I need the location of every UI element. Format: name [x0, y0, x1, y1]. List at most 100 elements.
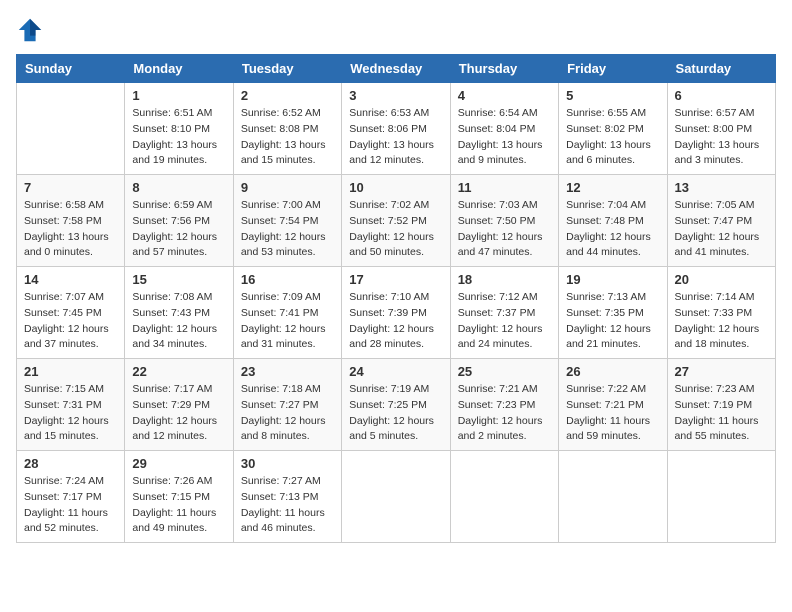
calendar-cell: [17, 83, 125, 175]
calendar-cell: 15Sunrise: 7:08 AM Sunset: 7:43 PM Dayli…: [125, 267, 233, 359]
week-row-3: 14Sunrise: 7:07 AM Sunset: 7:45 PM Dayli…: [17, 267, 776, 359]
weekday-header-row: SundayMondayTuesdayWednesdayThursdayFrid…: [17, 55, 776, 83]
day-info: Sunrise: 7:04 AM Sunset: 7:48 PM Dayligh…: [566, 198, 659, 261]
day-number: 6: [675, 88, 768, 103]
day-number: 16: [241, 272, 334, 287]
calendar-cell: 6 Sunrise: 6:57 AM Sunset: 8:00 PM Daylig…: [667, 83, 775, 175]
calendar-cell: 3Sunrise: 6:53 AM Sunset: 8:06 PM Daylig…: [342, 83, 450, 175]
day-info: Sunrise: 7:24 AM Sunset: 7:17 PM Dayligh…: [24, 474, 117, 537]
calendar-cell: 12 Sunrise: 7:04 AM Sunset: 7:48 PM Dayli…: [559, 175, 667, 267]
day-info: Sunrise: 7:10 AM Sunset: 7:39 PM Dayligh…: [349, 290, 442, 353]
week-row-2: 7 Sunrise: 6:58 AM Sunset: 7:58 PM Daylig…: [17, 175, 776, 267]
calendar-cell: 30 Sunrise: 7:27 AM Sunset: 7:13 PM Dayli…: [233, 451, 341, 543]
calendar-cell: [450, 451, 558, 543]
day-number: 26: [566, 364, 659, 379]
day-info: Sunrise: 6:52 AM Sunset: 8:08 PM Dayligh…: [241, 106, 334, 169]
day-number: 22: [132, 364, 225, 379]
calendar-cell: 14Sunrise: 7:07 AM Sunset: 7:45 PM Dayli…: [17, 267, 125, 359]
day-number: 21: [24, 364, 117, 379]
logo-icon: [16, 16, 44, 44]
day-info: Sunrise: 7:00 AM Sunset: 7:54 PM Dayligh…: [241, 198, 334, 261]
day-info: Sunrise: 7:14 AM Sunset: 7:33 PM Dayligh…: [675, 290, 768, 353]
calendar-cell: [342, 451, 450, 543]
calendar-cell: 7 Sunrise: 6:58 AM Sunset: 7:58 PM Daylig…: [17, 175, 125, 267]
day-number: 8: [132, 180, 225, 195]
day-info: Sunrise: 6:55 AM Sunset: 8:02 PM Dayligh…: [566, 106, 659, 169]
day-number: 19: [566, 272, 659, 287]
calendar-cell: 25 Sunrise: 7:21 AM Sunset: 7:23 PM Dayli…: [450, 359, 558, 451]
day-number: 10: [349, 180, 442, 195]
day-number: 9: [241, 180, 334, 195]
day-info: Sunrise: 7:13 AM Sunset: 7:35 PM Dayligh…: [566, 290, 659, 353]
calendar-cell: 26 Sunrise: 7:22 AM Sunset: 7:21 PM Dayli…: [559, 359, 667, 451]
day-info: Sunrise: 7:17 AM Sunset: 7:29 PM Dayligh…: [132, 382, 225, 445]
day-info: Sunrise: 7:15 AM Sunset: 7:31 PM Dayligh…: [24, 382, 117, 445]
day-info: Sunrise: 7:21 AM Sunset: 7:23 PM Dayligh…: [458, 382, 551, 445]
day-info: Sunrise: 6:58 AM Sunset: 7:58 PM Dayligh…: [24, 198, 117, 261]
calendar-cell: 23 Sunrise: 7:18 AM Sunset: 7:27 PM Dayli…: [233, 359, 341, 451]
day-number: 25: [458, 364, 551, 379]
day-info: Sunrise: 7:09 AM Sunset: 7:41 PM Dayligh…: [241, 290, 334, 353]
week-row-1: 1Sunrise: 6:51 AM Sunset: 8:10 PM Daylig…: [17, 83, 776, 175]
day-info: Sunrise: 6:54 AM Sunset: 8:04 PM Dayligh…: [458, 106, 551, 169]
calendar-cell: 20 Sunrise: 7:14 AM Sunset: 7:33 PM Dayli…: [667, 267, 775, 359]
day-info: Sunrise: 7:03 AM Sunset: 7:50 PM Dayligh…: [458, 198, 551, 261]
calendar-cell: 27Sunrise: 7:23 AM Sunset: 7:19 PM Dayli…: [667, 359, 775, 451]
calendar-cell: 21 Sunrise: 7:15 AM Sunset: 7:31 PM Dayli…: [17, 359, 125, 451]
day-number: 17: [349, 272, 442, 287]
day-number: 30: [241, 456, 334, 471]
calendar-cell: 8 Sunrise: 6:59 AM Sunset: 7:56 PM Daylig…: [125, 175, 233, 267]
day-info: Sunrise: 7:26 AM Sunset: 7:15 PM Dayligh…: [132, 474, 225, 537]
day-number: 15: [132, 272, 225, 287]
page-header: [16, 16, 776, 44]
day-number: 14: [24, 272, 117, 287]
calendar-cell: 17 Sunrise: 7:10 AM Sunset: 7:39 PM Dayli…: [342, 267, 450, 359]
day-info: Sunrise: 7:18 AM Sunset: 7:27 PM Dayligh…: [241, 382, 334, 445]
day-info: Sunrise: 7:22 AM Sunset: 7:21 PM Dayligh…: [566, 382, 659, 445]
weekday-header-wednesday: Wednesday: [342, 55, 450, 83]
day-info: Sunrise: 7:27 AM Sunset: 7:13 PM Dayligh…: [241, 474, 334, 537]
calendar-cell: 4 Sunrise: 6:54 AM Sunset: 8:04 PM Daylig…: [450, 83, 558, 175]
weekday-header-saturday: Saturday: [667, 55, 775, 83]
day-info: Sunrise: 7:05 AM Sunset: 7:47 PM Dayligh…: [675, 198, 768, 261]
calendar-cell: [559, 451, 667, 543]
day-number: 4: [458, 88, 551, 103]
calendar-cell: 19 Sunrise: 7:13 AM Sunset: 7:35 PM Dayli…: [559, 267, 667, 359]
day-info: Sunrise: 7:19 AM Sunset: 7:25 PM Dayligh…: [349, 382, 442, 445]
weekday-header-thursday: Thursday: [450, 55, 558, 83]
calendar-cell: 11 Sunrise: 7:03 AM Sunset: 7:50 PM Dayli…: [450, 175, 558, 267]
day-number: 27: [675, 364, 768, 379]
calendar-cell: 24 Sunrise: 7:19 AM Sunset: 7:25 PM Dayli…: [342, 359, 450, 451]
calendar-cell: 18Sunrise: 7:12 AM Sunset: 7:37 PM Dayli…: [450, 267, 558, 359]
day-number: 5: [566, 88, 659, 103]
calendar-cell: [667, 451, 775, 543]
day-number: 7: [24, 180, 117, 195]
calendar-cell: 29 Sunrise: 7:26 AM Sunset: 7:15 PM Dayli…: [125, 451, 233, 543]
day-info: Sunrise: 6:53 AM Sunset: 8:06 PM Dayligh…: [349, 106, 442, 169]
week-row-5: 28 Sunrise: 7:24 AM Sunset: 7:17 PM Dayli…: [17, 451, 776, 543]
calendar-cell: 1Sunrise: 6:51 AM Sunset: 8:10 PM Daylig…: [125, 83, 233, 175]
calendar-cell: 28 Sunrise: 7:24 AM Sunset: 7:17 PM Dayli…: [17, 451, 125, 543]
day-number: 11: [458, 180, 551, 195]
day-number: 24: [349, 364, 442, 379]
calendar-table: SundayMondayTuesdayWednesdayThursdayFrid…: [16, 54, 776, 543]
calendar-cell: 13Sunrise: 7:05 AM Sunset: 7:47 PM Dayli…: [667, 175, 775, 267]
day-number: 29: [132, 456, 225, 471]
weekday-header-sunday: Sunday: [17, 55, 125, 83]
logo: [16, 16, 48, 44]
day-number: 1: [132, 88, 225, 103]
day-number: 20: [675, 272, 768, 287]
calendar-cell: 16 Sunrise: 7:09 AM Sunset: 7:41 PM Dayli…: [233, 267, 341, 359]
day-number: 2: [241, 88, 334, 103]
day-number: 12: [566, 180, 659, 195]
day-info: Sunrise: 6:57 AM Sunset: 8:00 PM Dayligh…: [675, 106, 768, 169]
weekday-header-monday: Monday: [125, 55, 233, 83]
day-info: Sunrise: 7:02 AM Sunset: 7:52 PM Dayligh…: [349, 198, 442, 261]
day-number: 28: [24, 456, 117, 471]
calendar-cell: 2 Sunrise: 6:52 AM Sunset: 8:08 PM Daylig…: [233, 83, 341, 175]
day-info: Sunrise: 6:59 AM Sunset: 7:56 PM Dayligh…: [132, 198, 225, 261]
weekday-header-friday: Friday: [559, 55, 667, 83]
calendar-cell: 5 Sunrise: 6:55 AM Sunset: 8:02 PM Daylig…: [559, 83, 667, 175]
calendar-cell: 9 Sunrise: 7:00 AM Sunset: 7:54 PM Daylig…: [233, 175, 341, 267]
day-number: 23: [241, 364, 334, 379]
